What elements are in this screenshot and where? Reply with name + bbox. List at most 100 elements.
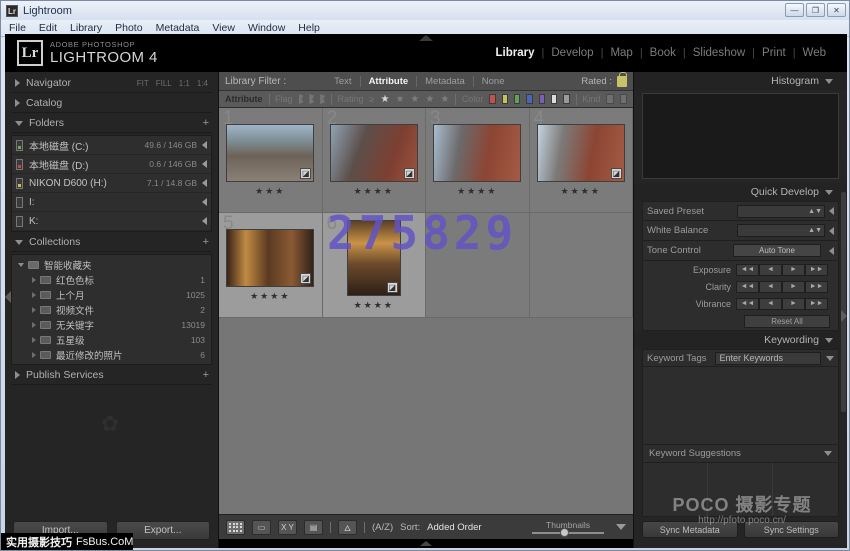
chevron-left-icon[interactable]: [202, 179, 207, 187]
rating-operator[interactable]: ≥: [370, 94, 375, 104]
right-panel-scrollbar[interactable]: [841, 192, 846, 412]
menu-item-photo[interactable]: Photo: [115, 22, 142, 34]
clarity-decrease-small[interactable]: ◄: [759, 281, 782, 293]
menu-item-help[interactable]: Help: [298, 22, 320, 34]
module-web[interactable]: Web: [796, 47, 833, 59]
thumbnail-image[interactable]: ◪: [330, 124, 418, 182]
keyword-suggestions-header[interactable]: Keyword Suggestions: [642, 445, 839, 463]
thumbnail-image[interactable]: ◪: [347, 220, 401, 296]
top-panel-toggle-icon[interactable]: [419, 35, 433, 41]
grid-view[interactable]: 1 ◪ ★★★ 2 ◪ ★★★★: [219, 108, 633, 514]
thumbnail-image[interactable]: [433, 124, 521, 182]
quick-develop-header[interactable]: Quick Develop: [634, 183, 847, 201]
exposure-increase-small[interactable]: ►: [782, 264, 805, 276]
module-print[interactable]: Print: [755, 47, 793, 59]
right-panel-collapse-icon[interactable]: [841, 310, 847, 322]
chevron-up-icon[interactable]: [420, 541, 432, 546]
menu-item-metadata[interactable]: Metadata: [156, 22, 200, 34]
zoom-1-4[interactable]: 1:4: [197, 79, 208, 88]
flag-pick-icon[interactable]: [299, 94, 304, 104]
folder-row[interactable]: 本地磁盘 (C:) 49.6 / 146 GB: [12, 136, 211, 155]
flag-unflagged-icon[interactable]: [309, 94, 314, 104]
filter-tab-none[interactable]: None: [473, 76, 513, 87]
rating-star-3[interactable]: ★: [410, 94, 419, 105]
keywording-header[interactable]: Keywording: [634, 331, 847, 349]
rating-stars[interactable]: ★★★★: [354, 186, 394, 197]
filter-tab-text[interactable]: Text: [326, 76, 359, 87]
module-slideshow[interactable]: Slideshow: [686, 47, 752, 59]
keyword-input[interactable]: Enter Keywords: [715, 352, 822, 365]
rating-star-1[interactable]: ★: [380, 94, 389, 105]
color-swatch-yellow[interactable]: [502, 94, 508, 104]
color-swatch-white[interactable]: [551, 94, 557, 104]
color-swatch-blue[interactable]: [526, 94, 532, 104]
maximize-button[interactable]: ❐: [806, 3, 825, 17]
filmstrip-toggle-bar[interactable]: [219, 539, 633, 548]
zoom-fill[interactable]: FILL: [156, 79, 172, 88]
exposure-increase-large[interactable]: ►►: [805, 264, 828, 276]
sync-settings-button[interactable]: Sync Settings: [744, 521, 840, 538]
histogram-header[interactable]: Histogram: [634, 72, 847, 90]
sort-value[interactable]: Added Order: [427, 522, 481, 533]
exposure-decrease-large[interactable]: ◄◄: [736, 264, 759, 276]
rating-star-5[interactable]: ★: [440, 94, 449, 105]
toolbar-options-icon[interactable]: [616, 524, 626, 530]
folder-row[interactable]: 本地磁盘 (D:) 0.6 / 146 GB: [12, 155, 211, 174]
thumbnail-image[interactable]: ◪: [226, 229, 314, 287]
module-map[interactable]: Map: [603, 47, 639, 59]
filter-preset[interactable]: Rated :: [581, 76, 627, 87]
minimize-button[interactable]: —: [785, 3, 804, 17]
grid-cell[interactable]: 6 ◪ ★★★★: [323, 213, 427, 318]
rating-stars[interactable]: ★★★★: [561, 186, 601, 197]
list-item[interactable]: 上个月 1025: [12, 287, 211, 302]
color-swatch-purple[interactable]: [539, 94, 545, 104]
menu-item-library[interactable]: Library: [70, 22, 102, 34]
survey-view-icon[interactable]: ▤: [304, 520, 323, 535]
compare-view-icon[interactable]: X Y: [278, 520, 297, 535]
left-panel-collapse-icon[interactable]: [5, 291, 11, 303]
folder-row[interactable]: K:: [12, 212, 211, 231]
grid-cell[interactable]: 1 ◪ ★★★: [219, 108, 323, 213]
filter-tab-attribute[interactable]: Attribute: [360, 76, 417, 87]
vibrance-increase-small[interactable]: ►: [782, 298, 805, 310]
kind-photo-icon[interactable]: [606, 94, 613, 104]
loupe-view-icon[interactable]: ▭: [252, 520, 271, 535]
thumbnail-image[interactable]: ◪: [226, 124, 314, 182]
sync-metadata-button[interactable]: Sync Metadata: [642, 521, 738, 538]
thumbnails-size-slider[interactable]: Thumbnails: [532, 520, 604, 534]
keyword-suggestions-grid[interactable]: [642, 463, 839, 517]
grid-view-icon[interactable]: [226, 520, 245, 535]
grid-cell[interactable]: 3 ★★★★: [426, 108, 530, 213]
identity-plate[interactable]: Lr ADOBE PHOTOSHOP LIGHTROOM 4: [17, 40, 158, 66]
rating-stars[interactable]: ★★★★: [250, 291, 290, 302]
develop-badge-icon[interactable]: ◪: [300, 168, 311, 179]
lock-icon[interactable]: [617, 76, 627, 87]
rating-stars[interactable]: ★★★★: [457, 186, 497, 197]
chevron-left-icon[interactable]: [202, 198, 207, 206]
module-book[interactable]: Book: [643, 47, 683, 59]
kind-video-icon[interactable]: [620, 94, 627, 104]
add-collection-icon[interactable]: +: [203, 236, 209, 248]
saved-preset-select[interactable]: ▲▼: [737, 205, 825, 218]
expand-icon[interactable]: [829, 247, 834, 255]
rating-star-4[interactable]: ★: [425, 94, 434, 105]
menu-item-view[interactable]: View: [212, 22, 235, 34]
list-item[interactable]: 视频文件 2: [12, 302, 211, 317]
chevron-left-icon[interactable]: [202, 141, 207, 149]
develop-badge-icon[interactable]: ◪: [404, 168, 415, 179]
develop-badge-icon[interactable]: ◪: [300, 273, 311, 284]
grid-cell[interactable]: 5 ◪ ★★★★: [219, 213, 323, 318]
list-item[interactable]: 五星级 103: [12, 332, 211, 347]
color-swatch-green[interactable]: [514, 94, 520, 104]
auto-tone-button[interactable]: Auto Tone: [733, 244, 821, 257]
grid-cell[interactable]: 4 ◪ ★★★★: [530, 108, 634, 213]
keyword-entry-area[interactable]: [642, 367, 839, 445]
exposure-decrease-small[interactable]: ◄: [759, 264, 782, 276]
rating-star-2[interactable]: ★: [395, 94, 404, 105]
vibrance-decrease-small[interactable]: ◄: [759, 298, 782, 310]
collection-group[interactable]: 智能收藏夹: [12, 257, 211, 272]
clarity-decrease-large[interactable]: ◄◄: [736, 281, 759, 293]
sort-direction-icon[interactable]: (A/Z): [372, 522, 393, 533]
menu-item-window[interactable]: Window: [248, 22, 285, 34]
collections-header[interactable]: Collections +: [11, 233, 212, 252]
